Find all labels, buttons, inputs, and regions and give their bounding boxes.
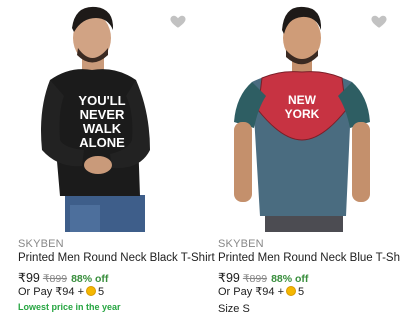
product-brand: SKYBEN [18, 238, 64, 250]
coin-count: 5 [98, 286, 105, 298]
mrp: ₹899 [242, 273, 268, 285]
coin-count: 5 [298, 286, 305, 298]
heart-icon[interactable] [370, 12, 388, 30]
product-brand: SKYBEN [218, 238, 264, 250]
product-title[interactable]: Printed Men Round Neck Black T-Shirt [18, 252, 215, 264]
discount: 88% off [71, 273, 109, 285]
heart-icon[interactable] [169, 12, 187, 30]
price-row: ₹99 ₹899 88% off [18, 270, 108, 285]
svg-text:NEVER: NEVER [80, 107, 125, 122]
product-image[interactable]: YOU'LL NEVER WALK ALONE [0, 0, 200, 232]
mrp: ₹899 [42, 273, 68, 285]
coin-icon [286, 286, 296, 296]
product-photo: YOU'LL NEVER WALK ALONE [41, 6, 150, 232]
svg-text:NEW: NEW [288, 93, 317, 107]
pay-with-coins: Or Pay ₹94 + 5 [18, 285, 104, 298]
size-label: Size S [218, 303, 250, 315]
deal-badge: Lowest price in the year [18, 302, 121, 312]
svg-text:YORK: YORK [285, 107, 320, 121]
product-title[interactable]: Printed Men Round Neck Blue T-Shirt [218, 252, 400, 264]
price-row: ₹99 ₹899 88% off [218, 270, 308, 285]
svg-text:YOU'LL: YOU'LL [78, 93, 125, 108]
price: ₹99 [218, 271, 240, 285]
product-image[interactable]: NEW YORK [200, 0, 400, 232]
product-grid: YOU'LL NEVER WALK ALONE SKYBEN Printed M… [0, 0, 400, 318]
product-photo: NEW YORK [234, 6, 370, 232]
product-card[interactable]: YOU'LL NEVER WALK ALONE SKYBEN Printed M… [0, 0, 215, 318]
pay-prefix: Or Pay ₹94 + [218, 286, 284, 298]
discount: 88% off [271, 273, 309, 285]
pay-with-coins: Or Pay ₹94 + 5 [218, 285, 304, 298]
product-card[interactable]: NEW YORK SKYBEN Printed Men Round Neck B… [200, 0, 400, 318]
price: ₹99 [18, 271, 40, 285]
coin-icon [86, 286, 96, 296]
svg-text:ALONE: ALONE [79, 135, 125, 150]
pay-prefix: Or Pay ₹94 + [18, 286, 84, 298]
svg-text:WALK: WALK [83, 121, 122, 136]
